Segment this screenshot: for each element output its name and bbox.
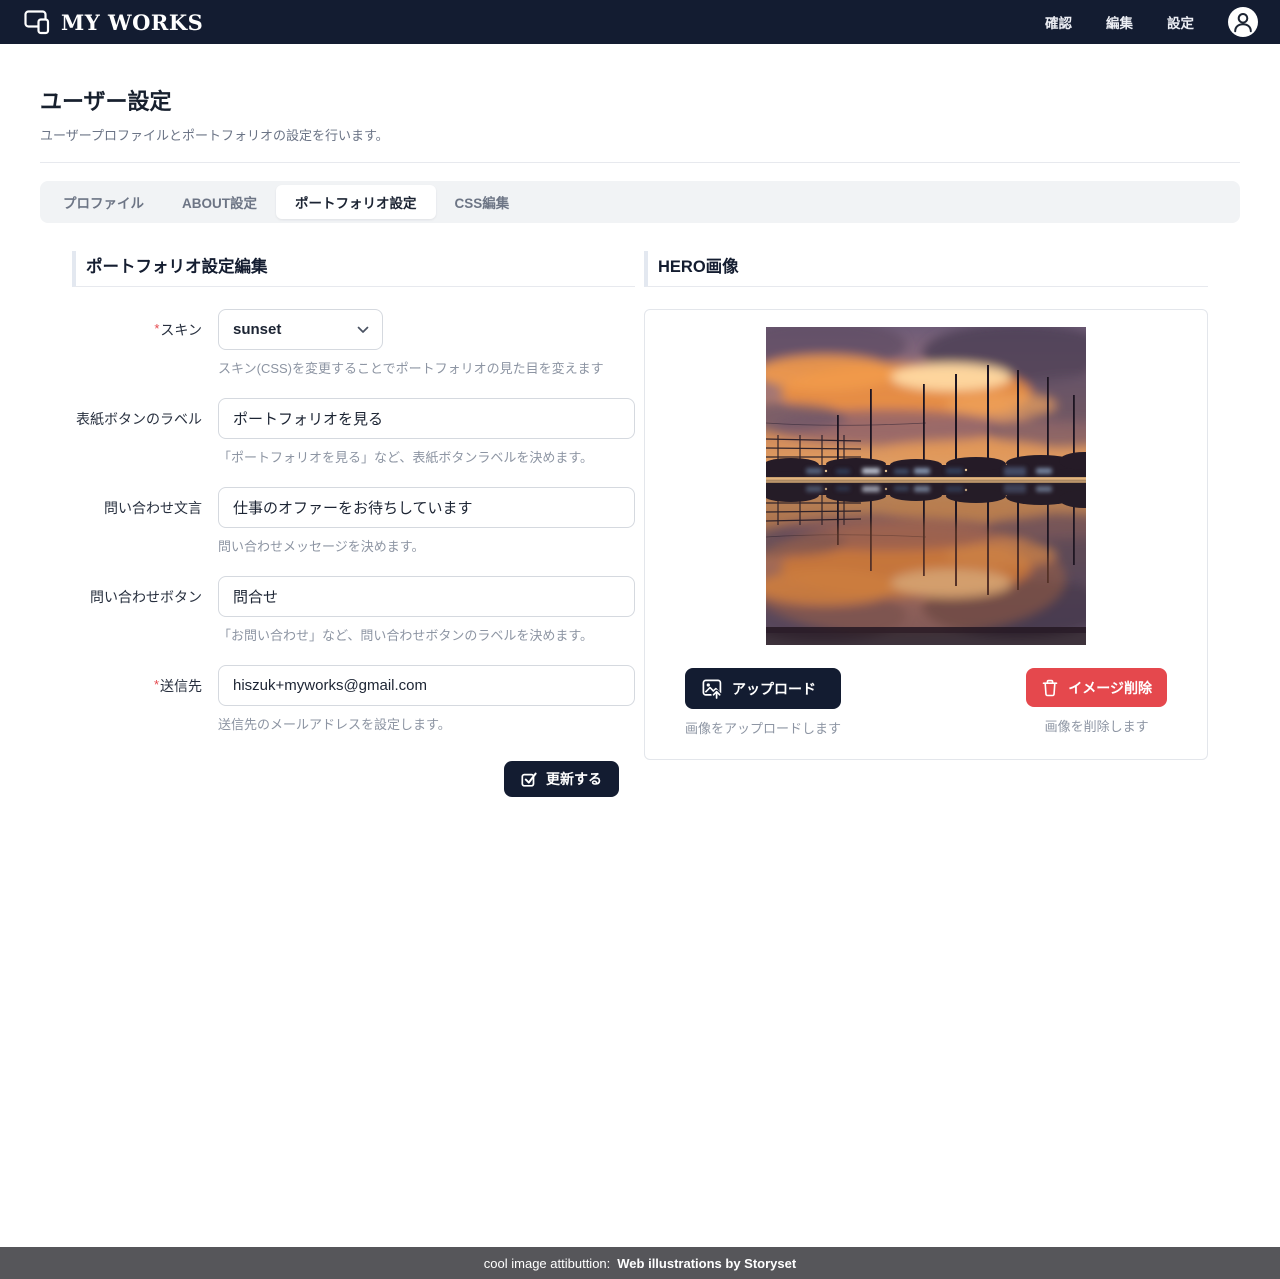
checkbox-check-icon	[521, 771, 537, 787]
form-section-header: ポートフォリオ設定編集	[72, 251, 635, 287]
field-label: 問い合わせ文言	[72, 487, 202, 555]
footer-attribution-prefix: cool image attibuttion:	[484, 1256, 610, 1271]
required-mark: *	[154, 321, 159, 336]
required-mark: *	[154, 677, 159, 692]
upload-button-label: アップロード	[732, 682, 816, 696]
devices-logo-icon	[24, 9, 51, 35]
user-avatar[interactable]	[1228, 7, 1258, 37]
person-icon	[1228, 7, 1258, 37]
footer-attribution-link[interactable]: Web illustrations by Storyset	[617, 1256, 796, 1271]
field-row-email: *送信先 送信先のメールアドレスを設定します。	[72, 665, 635, 733]
update-button-label: 更新する	[546, 772, 602, 786]
hero-image	[766, 327, 1086, 645]
hero-image-section: HERO画像	[644, 251, 1208, 797]
portfolio-form-section: ポートフォリオ設定編集 *スキン sunset スキン(CSS)を変更することで…	[72, 251, 635, 797]
tab-about[interactable]: ABOUT設定	[163, 185, 276, 219]
page-title: ユーザー設定	[40, 84, 1240, 116]
trash-icon	[1041, 678, 1059, 697]
field-row-contact-message: 問い合わせ文言 問い合わせメッセージを決めます。	[72, 487, 635, 555]
upload-button[interactable]: アップロード	[685, 668, 841, 709]
settings-grid: ポートフォリオ設定編集 *スキン sunset スキン(CSS)を変更することで…	[40, 251, 1240, 797]
tab-profile[interactable]: プロファイル	[44, 185, 163, 219]
field-row-cover-label: 表紙ボタンのラベル 「ポートフォリオを見る」など、表紙ボタンラベルを決めます。	[72, 398, 635, 466]
settings-tabbar: プロファイル ABOUT設定 ポートフォリオ設定 CSS編集	[40, 181, 1240, 223]
form-section-title: ポートフォリオ設定編集	[86, 253, 268, 277]
page-header: ユーザー設定 ユーザープロファイルとポートフォリオの設定を行います。	[40, 84, 1240, 163]
nav-item-confirm[interactable]: 確認	[1045, 12, 1072, 32]
cover-label-input[interactable]	[218, 398, 635, 439]
update-button[interactable]: 更新する	[504, 761, 619, 797]
brand[interactable]: MY WORKS	[24, 9, 203, 35]
field-helper: 「お問い合わせ」など、問い合わせボタンのラベルを決めます。	[218, 625, 635, 644]
top-navbar: MY WORKS 確認 編集 設定	[0, 0, 1280, 44]
navbar-links: 確認 編集 設定	[1045, 7, 1258, 37]
delete-image-button[interactable]: イメージ削除	[1026, 668, 1167, 707]
skin-select-value: sunset	[233, 321, 281, 338]
hero-section-title: HERO画像	[658, 253, 739, 277]
field-helper: 送信先のメールアドレスを設定します。	[218, 714, 635, 733]
page-subtitle: ユーザープロファイルとポートフォリオの設定を行います。	[40, 125, 1240, 144]
hero-section-header: HERO画像	[644, 251, 1208, 287]
field-helper: 「ポートフォリオを見る」など、表紙ボタンラベルを決めます。	[218, 447, 635, 466]
field-row-contact-button: 問い合わせボタン 「お問い合わせ」など、問い合わせボタンのラベルを決めます。	[72, 576, 635, 644]
tab-portfolio[interactable]: ポートフォリオ設定	[276, 185, 436, 219]
delete-button-label: イメージ削除	[1068, 681, 1152, 695]
upload-helper: 画像をアップロードします	[685, 718, 841, 737]
contact-button-input[interactable]	[218, 576, 635, 617]
hero-image-card: アップロード 画像をアップロードします イメージ削除	[644, 309, 1208, 760]
app-title: MY WORKS	[61, 10, 203, 35]
page-footer: cool image attibuttion: Web illustration…	[0, 1247, 1280, 1279]
field-label: 問い合わせボタン	[72, 576, 202, 644]
field-label: *送信先	[72, 665, 202, 733]
delete-helper: 画像を削除します	[1045, 716, 1149, 735]
nav-item-settings[interactable]: 設定	[1167, 12, 1194, 32]
email-input[interactable]	[218, 665, 635, 706]
chevron-down-icon	[357, 326, 369, 334]
skin-select[interactable]: sunset	[218, 309, 383, 350]
tab-css[interactable]: CSS編集	[436, 185, 529, 219]
field-helper: スキン(CSS)を変更することでポートフォリオの見た目を変えます	[218, 358, 635, 377]
field-label: *スキン	[72, 309, 202, 377]
nav-item-edit[interactable]: 編集	[1106, 12, 1133, 32]
field-row-skin: *スキン sunset スキン(CSS)を変更することでポートフォリオの見た目を…	[72, 309, 635, 377]
field-label: 表紙ボタンのラベル	[72, 398, 202, 466]
contact-message-input[interactable]	[218, 487, 635, 528]
field-helper: 問い合わせメッセージを決めます。	[218, 536, 635, 555]
image-upload-icon	[702, 678, 723, 699]
main-content: ユーザー設定 ユーザープロファイルとポートフォリオの設定を行います。 プロファイ…	[0, 44, 1280, 1247]
